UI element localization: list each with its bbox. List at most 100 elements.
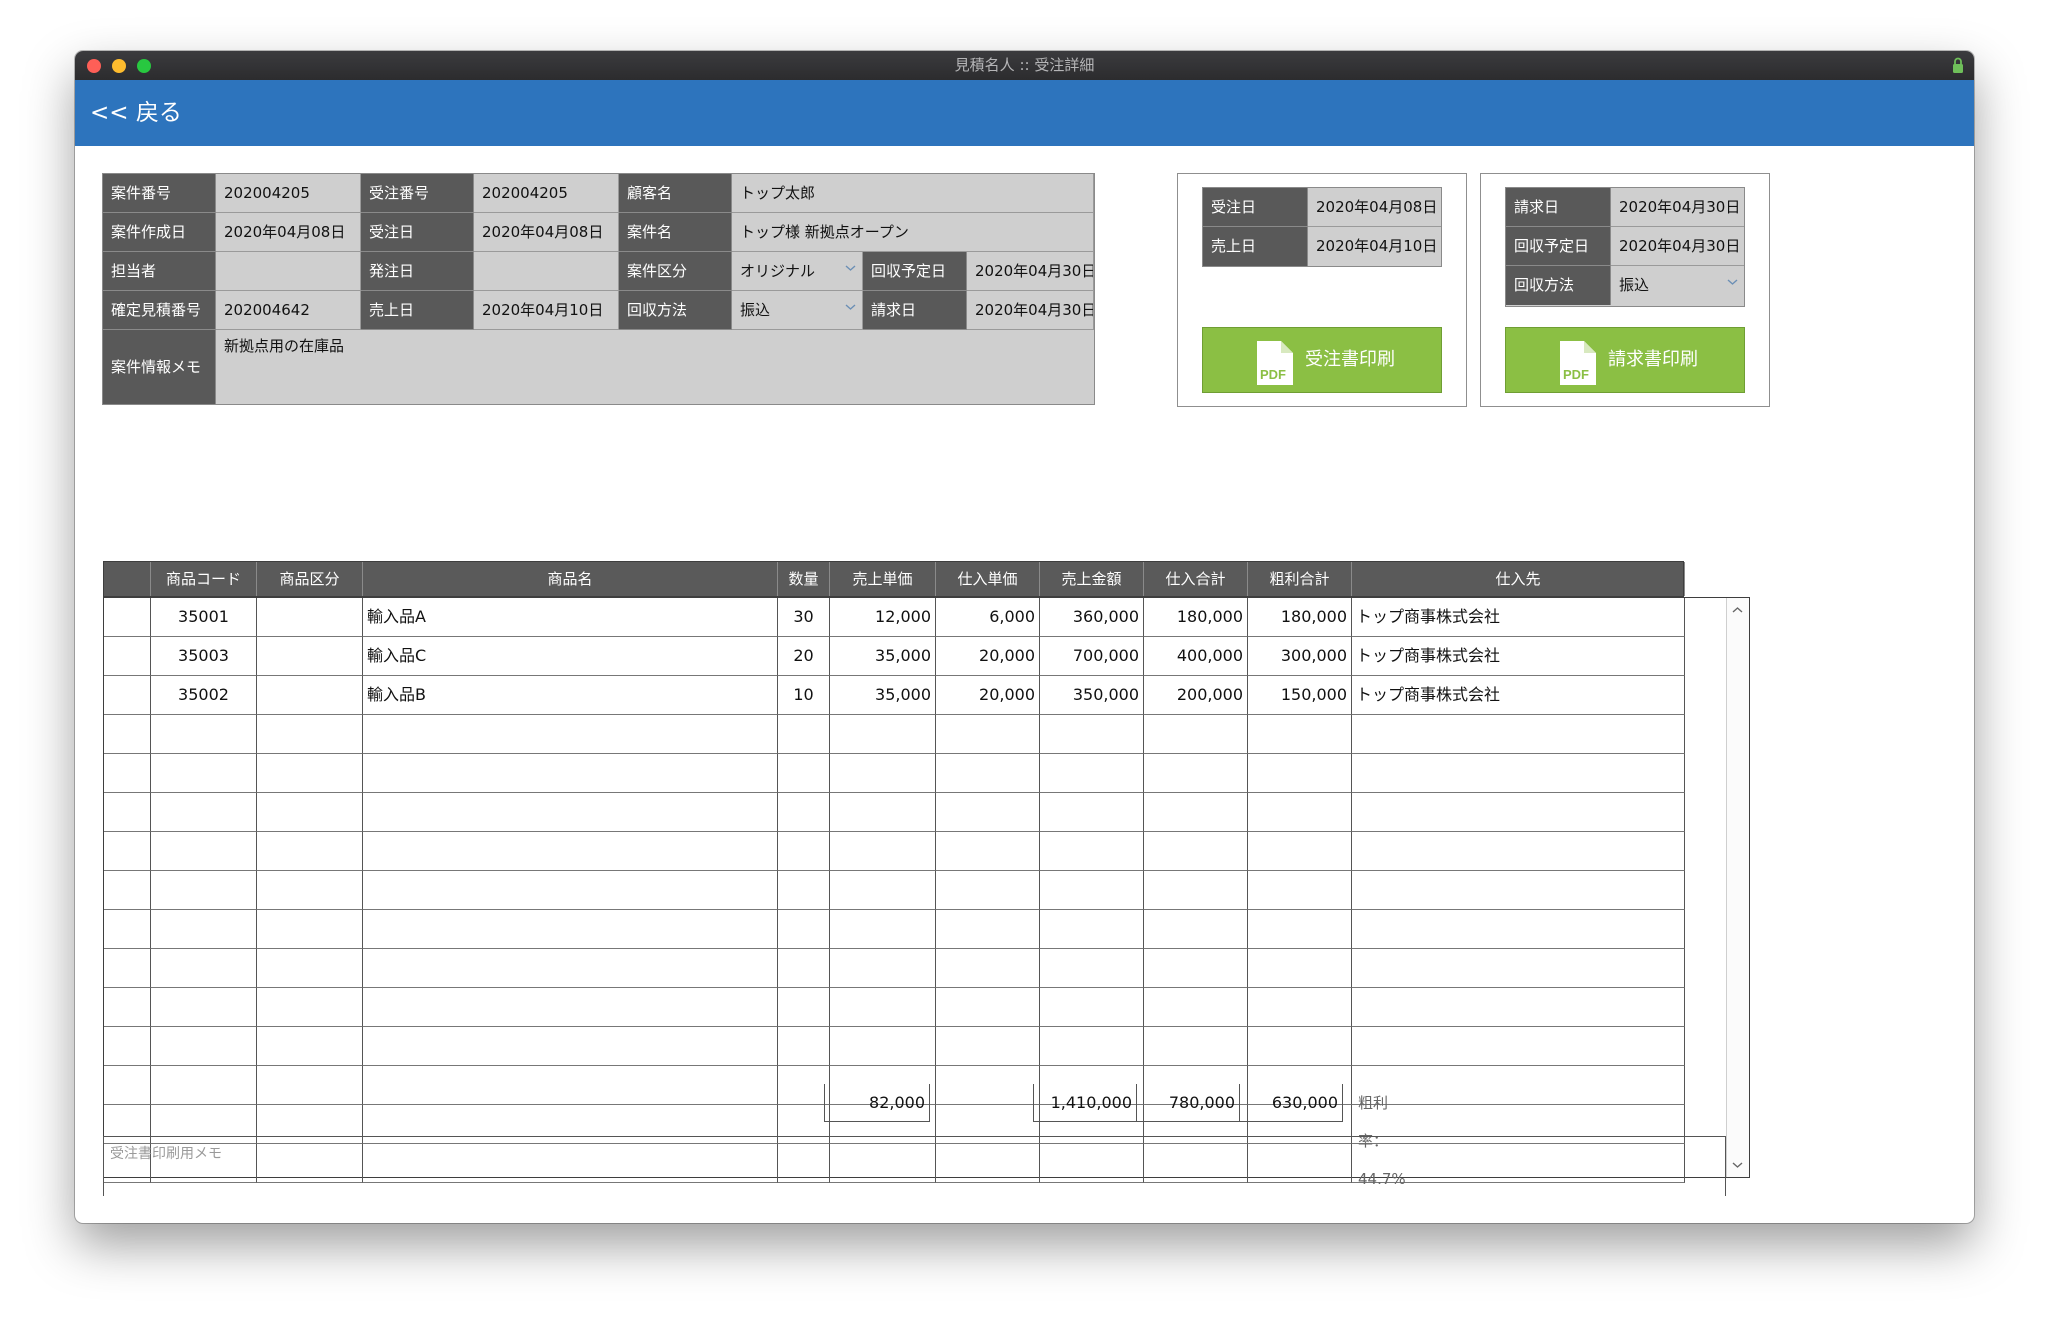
cell-unit-cost[interactable] [936, 715, 1040, 754]
cell-quantity[interactable] [778, 1027, 830, 1066]
cell-product-category[interactable] [257, 754, 363, 793]
cell-product-code[interactable] [151, 754, 257, 793]
cell-profit-total[interactable] [1248, 715, 1352, 754]
cell-product-code[interactable]: 35001 [151, 598, 257, 637]
cell-profit-total[interactable]: 300,000 [1248, 637, 1352, 676]
cell-product-name[interactable] [363, 1027, 778, 1066]
cell-purchase-total[interactable] [1144, 949, 1248, 988]
cell-sales-amount[interactable]: 350,000 [1040, 676, 1144, 715]
cell-unit-cost[interactable] [936, 988, 1040, 1027]
table-row[interactable]: 35003 輸入品C 20 35,000 20,000 700,000 400,000 300… [104, 637, 1685, 676]
cell-supplier[interactable] [1352, 949, 1685, 988]
collect-plan-field[interactable]: 2020年04月30日 [967, 252, 1094, 291]
cell-purchase-total[interactable] [1144, 715, 1248, 754]
cell-product-code[interactable] [151, 1066, 257, 1105]
cell-product-name[interactable]: 輸入品A [363, 598, 778, 637]
cell-product-category[interactable] [257, 1066, 363, 1105]
staff-field[interactable] [216, 252, 361, 291]
cell-unit-cost[interactable] [936, 871, 1040, 910]
cell-product-category[interactable] [257, 793, 363, 832]
cell-unit-price[interactable] [830, 988, 936, 1027]
cell-quantity[interactable] [778, 871, 830, 910]
cell-profit-total[interactable] [1248, 988, 1352, 1027]
cell-purchase-total[interactable]: 180,000 [1144, 598, 1248, 637]
cell-unit-price[interactable] [830, 832, 936, 871]
cell-sales-amount[interactable] [1040, 754, 1144, 793]
customer-field[interactable]: トップ太郎 [732, 174, 1094, 213]
category-select[interactable]: オリジナル [732, 252, 863, 291]
cell-profit-total[interactable] [1248, 910, 1352, 949]
cell-product-name[interactable] [363, 715, 778, 754]
cell-profit-total[interactable]: 180,000 [1248, 598, 1352, 637]
bill-date-field[interactable]: 2020年04月30日 [967, 291, 1094, 330]
cell-quantity[interactable] [778, 910, 830, 949]
cell-purchase-total[interactable] [1144, 1027, 1248, 1066]
cell-purchase-total[interactable] [1144, 871, 1248, 910]
cell-unit-cost[interactable] [936, 1027, 1040, 1066]
cell-product-name[interactable] [363, 949, 778, 988]
cell-quantity[interactable] [778, 1066, 830, 1105]
cell-unit-cost[interactable] [936, 832, 1040, 871]
cell-purchase-total[interactable] [1144, 988, 1248, 1027]
cell-supplier[interactable] [1352, 754, 1685, 793]
cell-supplier[interactable]: トップ商事株式会社 [1352, 598, 1685, 637]
cell-product-code[interactable] [151, 793, 257, 832]
table-row[interactable]: 35002 輸入品B 10 35,000 20,000 350,000 200,000 150… [104, 676, 1685, 715]
back-button[interactable]: << 戻る [90, 80, 182, 146]
table-row[interactable] [104, 949, 1685, 988]
cell-product-name[interactable] [363, 793, 778, 832]
print-invoice-button[interactable]: PDF 請求書印刷 [1505, 327, 1745, 393]
cell-quantity[interactable] [778, 949, 830, 988]
cell-quantity[interactable] [778, 754, 830, 793]
cell-quantity[interactable]: 10 [778, 676, 830, 715]
table-row[interactable] [104, 832, 1685, 871]
cell-product-category[interactable] [257, 676, 363, 715]
cell-purchase-total[interactable] [1144, 793, 1248, 832]
order-date-field[interactable]: 2020年04月08日 [474, 213, 619, 252]
cell-supplier[interactable]: トップ商事株式会社 [1352, 676, 1685, 715]
cell-product-code[interactable] [151, 988, 257, 1027]
cell-unit-price[interactable] [830, 715, 936, 754]
cell-supplier[interactable] [1352, 910, 1685, 949]
scroll-up-icon[interactable] [1732, 606, 1743, 614]
cell-unit-cost[interactable] [936, 1066, 1040, 1105]
cell-unit-price[interactable]: 35,000 [830, 676, 936, 715]
cell-purchase-total[interactable] [1144, 832, 1248, 871]
cell-quantity[interactable]: 30 [778, 598, 830, 637]
cell-unit-cost[interactable]: 20,000 [936, 676, 1040, 715]
order-date-field[interactable]: 2020年04月08日 [1308, 188, 1441, 227]
cell-product-code[interactable] [151, 1027, 257, 1066]
table-row[interactable]: 35001 輸入品A 30 12,000 6,000 360,000 180,000 180,… [104, 598, 1685, 637]
print-order-button[interactable]: PDF 受注書印刷 [1202, 327, 1442, 393]
cell-product-code[interactable] [151, 949, 257, 988]
cell-unit-cost[interactable] [936, 754, 1040, 793]
cell-product-category[interactable] [257, 637, 363, 676]
cell-profit-total[interactable] [1248, 1027, 1352, 1066]
table-row[interactable] [104, 910, 1685, 949]
cell-unit-cost[interactable]: 6,000 [936, 598, 1040, 637]
cell-sales-amount[interactable] [1040, 715, 1144, 754]
cell-unit-cost[interactable] [936, 793, 1040, 832]
cell-product-name[interactable]: 輸入品C [363, 637, 778, 676]
cell-supplier[interactable] [1352, 988, 1685, 1027]
cell-product-name[interactable] [363, 871, 778, 910]
cell-unit-price[interactable] [830, 871, 936, 910]
cell-unit-price[interactable] [830, 754, 936, 793]
cell-purchase-total[interactable] [1144, 754, 1248, 793]
scroll-down-icon[interactable] [1732, 1161, 1743, 1169]
cell-profit-total[interactable] [1248, 949, 1352, 988]
table-row[interactable] [104, 871, 1685, 910]
cell-sales-amount[interactable] [1040, 1027, 1144, 1066]
cell-unit-cost[interactable] [936, 949, 1040, 988]
ship-date-field[interactable] [474, 252, 619, 291]
table-row[interactable] [104, 793, 1685, 832]
cell-supplier[interactable] [1352, 1027, 1685, 1066]
cell-unit-cost[interactable]: 20,000 [936, 637, 1040, 676]
table-row[interactable] [104, 754, 1685, 793]
cell-sales-amount[interactable] [1040, 988, 1144, 1027]
cell-product-code[interactable]: 35002 [151, 676, 257, 715]
cell-unit-price[interactable]: 35,000 [830, 637, 936, 676]
cell-product-category[interactable] [257, 598, 363, 637]
cell-quantity[interactable] [778, 988, 830, 1027]
case-name-field[interactable]: トップ様 新拠点オープン [732, 213, 1094, 252]
